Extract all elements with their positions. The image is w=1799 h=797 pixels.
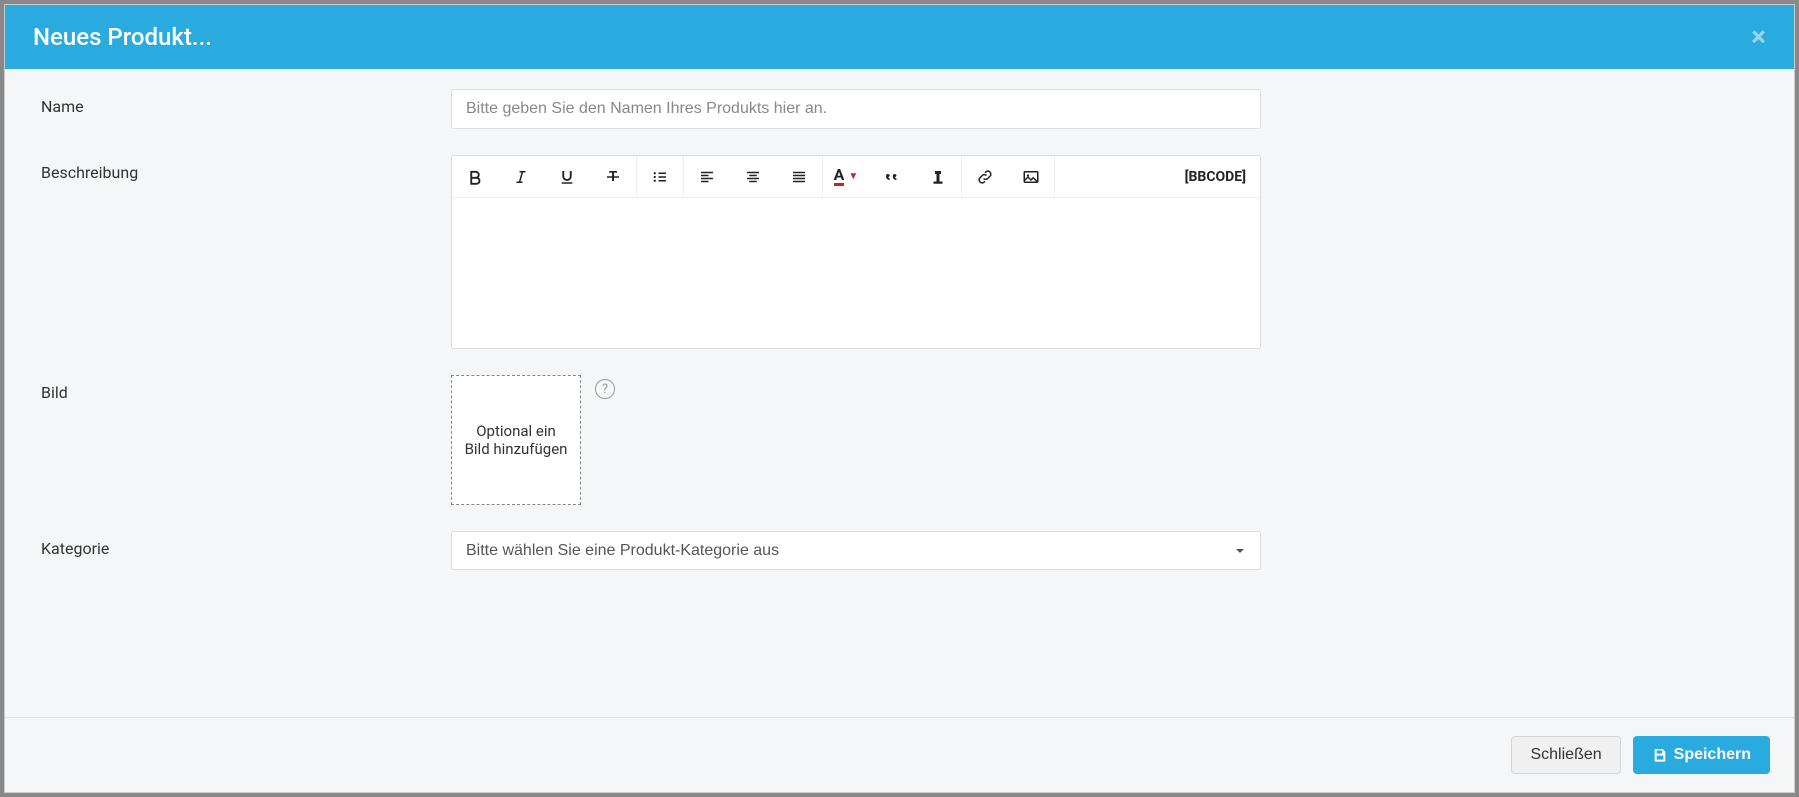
italic-icon[interactable] — [498, 156, 544, 197]
category-select[interactable]: Bitte wählen Sie eine Produkt-Kategorie … — [451, 531, 1261, 570]
image-icon[interactable] — [1008, 156, 1054, 197]
form-row-description: Beschreibung — [41, 155, 1758, 349]
bbcode-toggle[interactable]: [BBCODE] — [1171, 156, 1260, 197]
description-label: Beschreibung — [41, 155, 451, 349]
rich-text-editor: T — [451, 155, 1261, 349]
bold-icon[interactable] — [452, 156, 498, 197]
link-icon[interactable] — [962, 156, 1008, 197]
modal-body: Name Beschreibung — [5, 69, 1794, 717]
save-button-label: Speichern — [1674, 746, 1751, 764]
underline-icon[interactable] — [544, 156, 590, 197]
save-icon — [1652, 747, 1668, 763]
category-label: Kategorie — [41, 531, 451, 570]
quote-icon[interactable] — [869, 156, 915, 197]
close-icon[interactable]: × — [1751, 23, 1766, 51]
name-label: Name — [41, 89, 451, 129]
save-button[interactable]: Speichern — [1633, 736, 1770, 774]
list-icon[interactable] — [637, 156, 683, 197]
form-row-image: Bild Optional ein Bild hinzufügen ? — [41, 375, 1758, 505]
close-button-label: Schließen — [1530, 746, 1601, 764]
align-center-icon[interactable] — [730, 156, 776, 197]
font-color-icon[interactable]: A▼ — [823, 156, 869, 197]
description-textarea[interactable] — [452, 198, 1260, 348]
form-row-name: Name — [41, 89, 1758, 129]
help-icon[interactable]: ? — [595, 379, 615, 399]
product-modal: Neues Produkt... × Name Beschreibung — [4, 4, 1795, 793]
name-input[interactable] — [451, 89, 1261, 129]
modal-footer: Schließen Speichern — [5, 717, 1794, 792]
form-row-category: Kategorie Bitte wählen Sie eine Produkt-… — [41, 531, 1758, 570]
remove-format-icon[interactable] — [915, 156, 961, 197]
image-upload-box[interactable]: Optional ein Bild hinzufügen — [451, 375, 581, 505]
strikethrough-icon[interactable]: T — [590, 156, 636, 197]
close-button[interactable]: Schließen — [1511, 736, 1620, 774]
image-upload-text: Optional ein Bild hinzufügen — [462, 422, 570, 458]
image-label: Bild — [41, 375, 451, 505]
align-left-icon[interactable] — [684, 156, 730, 197]
editor-toolbar: T — [452, 156, 1260, 198]
modal-header: Neues Produkt... × — [5, 5, 1794, 69]
align-justify-icon[interactable] — [776, 156, 822, 197]
modal-title: Neues Produkt... — [33, 23, 212, 51]
